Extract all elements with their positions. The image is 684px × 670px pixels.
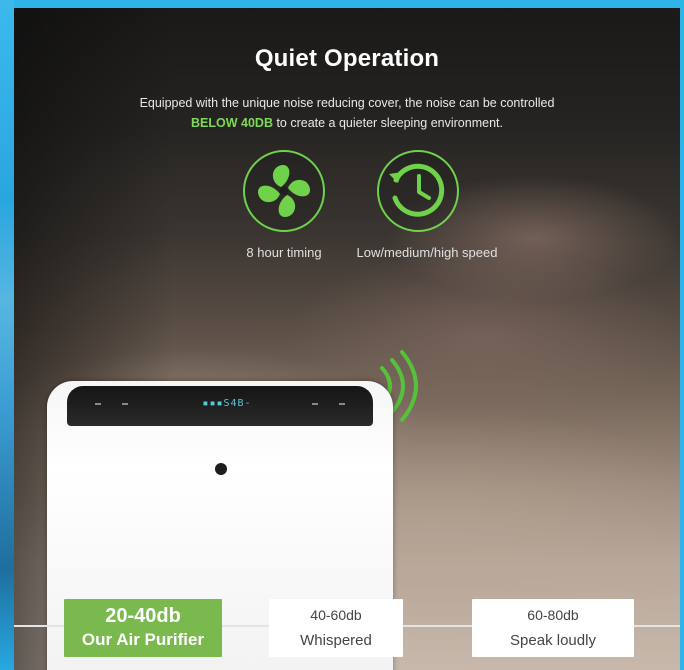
- clock-icon: [377, 150, 459, 232]
- description-tail: to create a quieter sleeping environment…: [272, 116, 503, 130]
- banner-title: Quiet Operation: [254, 45, 440, 72]
- left-edge-strip: [0, 0, 14, 670]
- device-sensor-dot: [215, 463, 227, 475]
- device-display: ▪▪▪S4B-: [202, 398, 252, 409]
- noise-range: 40-60db: [310, 607, 362, 623]
- control-indicator: [122, 403, 128, 405]
- product-banner: Quiet Operation Equipped with the unique…: [14, 8, 680, 670]
- noise-label: Speak loudly: [510, 632, 596, 649]
- control-indicator: [95, 403, 101, 405]
- banner-description: Equipped with the unique noise reducing …: [54, 93, 640, 133]
- device-control-panel: ▪▪▪S4B-: [67, 386, 373, 426]
- noise-badge-our-purifier: 20-40db Our Air Purifier: [64, 599, 222, 657]
- feature-label-speed: Low/medium/high speed: [356, 245, 498, 260]
- control-indicator: [339, 403, 345, 405]
- noise-badge-speak-loudly: 60-80db Speak loudly: [472, 599, 634, 657]
- noise-label: Our Air Purifier: [81, 630, 205, 649]
- control-indicator: [312, 403, 318, 405]
- noise-label: Whispered: [300, 632, 372, 649]
- noise-highlight: BELOW 40DB: [191, 116, 273, 130]
- noise-badge-whispered: 40-60db Whispered: [269, 599, 403, 657]
- noise-range: 20-40db: [105, 605, 181, 627]
- noise-range: 60-80db: [527, 607, 579, 623]
- fan-icon: [243, 150, 325, 232]
- description-line: Equipped with the unique noise reducing …: [139, 96, 555, 110]
